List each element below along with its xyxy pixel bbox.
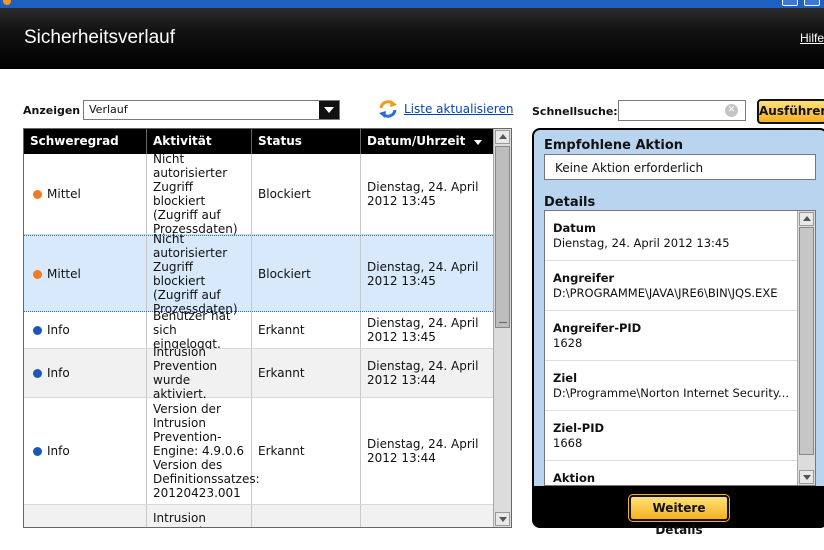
- severity-label: Mittel: [47, 187, 81, 201]
- detail-item: Angreifer-PID 1628: [545, 311, 797, 361]
- recommended-action-title: Empfohlene Aktion: [544, 138, 684, 153]
- show-dropdown-value: Verlauf: [89, 103, 128, 116]
- table-row[interactable]: Mittel Nicht autorisierter Zugriff block…: [24, 152, 493, 236]
- page-title: Sicherheitsverlauf: [24, 27, 176, 48]
- severity-label: Info: [47, 444, 70, 458]
- page-header: Sicherheitsverlauf Hilfe: [0, 8, 824, 69]
- datetime-text: Dienstag, 24. April 2012 13:45: [367, 180, 479, 208]
- scroll-up-icon[interactable]: [495, 130, 510, 144]
- detail-item: Angreifer D:\PROGRAMME\JAVA\JRE6\BIN\JQS…: [545, 261, 797, 311]
- activity-text: Intrusion Prevention wurde aktiviert.: [153, 345, 218, 401]
- activity-text: Nicht autorisierter Zugriff blockiert (Z…: [153, 231, 238, 316]
- activity-text: Intrusion Prevention: [153, 511, 217, 527]
- detail-value: Dienstag, 24. April 2012 13:45: [553, 236, 730, 250]
- details-panel: Empfohlene Aktion Keine Aktion erforderl…: [532, 128, 824, 537]
- quicksearch-input[interactable]: ✕: [618, 100, 746, 121]
- maximize-button[interactable]: [804, 0, 820, 6]
- status-text: Blockiert: [258, 266, 311, 281]
- column-header-severity[interactable]: Schweregrad: [24, 129, 147, 154]
- detail-value: D:\Programme\Norton Internet Security...: [553, 386, 790, 400]
- status-text: Blockiert: [258, 187, 311, 201]
- status-text: Erkannt: [258, 444, 305, 458]
- severity-label: Info: [47, 366, 70, 380]
- minimize-button[interactable]: [782, 0, 798, 6]
- app-icon: [3, 0, 11, 5]
- severity-info-icon: [33, 326, 42, 335]
- severity-label: Mittel: [47, 266, 81, 281]
- table-header: Schweregrad Aktivität Status Datum/Uhrze…: [24, 129, 493, 154]
- severity-medium-icon: [33, 190, 42, 199]
- detail-value: 1668: [553, 436, 583, 450]
- detail-value: D:\PROGRAMME\JAVA\JRE6\BIN\JQS.EXE: [553, 286, 778, 300]
- status-text: Erkannt: [258, 323, 305, 337]
- activity-text: Version der Intrusion Prevention-Engine:…: [153, 402, 260, 500]
- chevron-down-icon[interactable]: [319, 101, 339, 119]
- scrollbar-thumb[interactable]: [495, 146, 510, 328]
- table-row[interactable]: Info Intrusion Prevention wurde aktivier…: [24, 345, 493, 401]
- status-text: Erkannt: [258, 366, 305, 380]
- datetime-text: Dienstag, 24. April 2012 13:44: [367, 359, 479, 387]
- window-titlebar: [0, 0, 824, 8]
- details-list: Datum Dienstag, 24. April 2012 13:45 Ang…: [544, 210, 816, 486]
- sort-desc-icon: [474, 140, 482, 145]
- severity-medium-icon: [33, 269, 42, 279]
- table-row[interactable]: Intrusion Prevention: [24, 505, 493, 527]
- severity-info-icon: [33, 369, 42, 378]
- detail-key: Datum: [553, 221, 596, 235]
- scroll-down-icon[interactable]: [495, 512, 510, 526]
- more-details-button[interactable]: Weitere Details: [628, 494, 730, 537]
- datetime-text: Dienstag, 24. April 2012 13:45: [367, 316, 479, 344]
- table-row-selected[interactable]: Mittel Nicht autorisierter Zugriff block…: [24, 232, 493, 316]
- scroll-up-icon[interactable]: [799, 212, 814, 226]
- show-label: Anzeigen: [23, 104, 81, 117]
- activity-text: Nicht autorisierter Zugriff blockiert (Z…: [153, 152, 238, 236]
- help-link[interactable]: Hilfe: [800, 31, 824, 45]
- detail-key: Ziel: [553, 371, 578, 385]
- details-scrollbar[interactable]: [797, 211, 815, 485]
- refresh-icon[interactable]: [378, 99, 398, 119]
- detail-item: Ziel-PID 1668: [545, 411, 797, 461]
- table-row[interactable]: Info Version der Intrusion Prevention-En…: [24, 398, 493, 505]
- run-button[interactable]: Ausführen: [757, 99, 824, 124]
- severity-label: Info: [47, 323, 70, 337]
- datetime-text: Dienstag, 24. April 2012 13:44: [367, 437, 479, 465]
- detail-key: Angreifer-PID: [553, 321, 642, 335]
- detail-item: Datum Dienstag, 24. April 2012 13:45: [545, 211, 797, 261]
- detail-item: Aktion: [545, 461, 797, 485]
- scroll-down-icon[interactable]: [799, 470, 814, 484]
- table-row[interactable]: Info Benutzer hat sich eingeloggt. Erkan…: [24, 309, 493, 351]
- detail-value: 1628: [553, 336, 583, 350]
- history-table: Schweregrad Aktivität Status Datum/Uhrze…: [23, 128, 512, 528]
- quicksearch-label: Schnellsuche:: [532, 105, 618, 118]
- detail-item: Ziel D:\Programme\Norton Internet Securi…: [545, 361, 797, 411]
- column-header-activity[interactable]: Aktivität: [147, 129, 252, 154]
- details-title: Details: [544, 195, 596, 210]
- show-dropdown[interactable]: Verlauf: [83, 100, 340, 120]
- recommended-action-value: Keine Aktion erforderlich: [555, 161, 704, 175]
- refresh-list-link[interactable]: Liste aktualisieren: [404, 102, 513, 116]
- datetime-text: Dienstag, 24. April 2012 13:45: [367, 259, 479, 288]
- detail-key: Ziel-PID: [553, 421, 605, 435]
- detail-key: Aktion: [553, 471, 596, 485]
- table-scrollbar[interactable]: [493, 129, 511, 527]
- recommended-action-box: Keine Aktion erforderlich: [544, 154, 816, 180]
- scrollbar-thumb[interactable]: [799, 227, 814, 455]
- column-header-status[interactable]: Status: [252, 129, 361, 154]
- detail-key: Angreifer: [553, 271, 615, 285]
- severity-info-icon: [33, 447, 42, 456]
- clear-icon[interactable]: ✕: [725, 104, 738, 117]
